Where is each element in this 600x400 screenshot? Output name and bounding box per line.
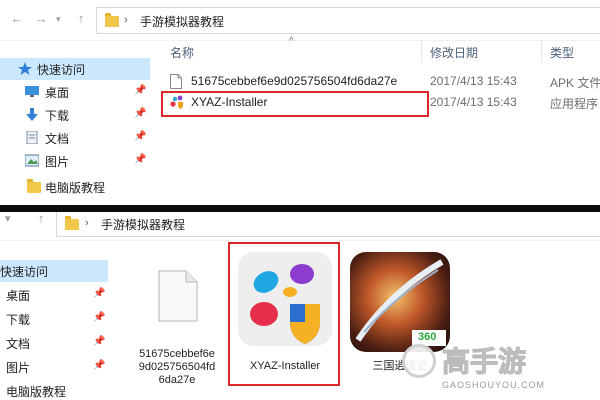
file-type: APK 文件 <box>550 76 600 90</box>
tile-label-line: 9d025756504fd <box>138 361 216 373</box>
file-row[interactable]: 51675cebbef6e9d025756504fd6da27e 2017/4/… <box>160 72 600 92</box>
tile-label-line: 6da27e <box>158 374 196 386</box>
sidebar-item-documents[interactable]: 文档 📌 <box>0 127 150 149</box>
breadcrumb-separator-icon[interactable]: › <box>85 217 89 229</box>
file-date: 2017/4/13 15:43 <box>430 95 517 109</box>
generic-file-icon <box>170 74 182 89</box>
star-icon <box>18 62 32 75</box>
pin-icon[interactable]: 📌 <box>93 312 105 323</box>
pin-icon[interactable]: 📌 <box>93 360 105 371</box>
explorer-window-details-view: ← → ▾ ↑ › 手游模拟器教程 快速访问 桌面 📌 下载 📌 文档 📌 图片… <box>0 0 600 205</box>
window-divider <box>0 205 600 212</box>
sidebar-label: 下载 <box>45 109 70 123</box>
game-app-icon: 360 <box>350 252 450 352</box>
pin-icon[interactable]: 📌 <box>93 288 105 299</box>
file-tile[interactable]: 51675cebbef6e 9d025756504fd 6da27e <box>128 250 226 400</box>
recent-locations-chevron-icon[interactable]: ▾ <box>5 212 11 225</box>
column-header-type[interactable]: 类型 <box>550 44 574 61</box>
sidebar-label: 电脑版教程 <box>6 385 67 399</box>
sidebar-item-downloads[interactable]: 下载 📌 <box>0 104 150 126</box>
up-arrow-icon[interactable]: ↑ <box>74 12 88 26</box>
pin-icon[interactable]: 📌 <box>134 85 146 96</box>
generic-file-icon <box>158 270 198 322</box>
sidebar-label: 文档 <box>45 132 70 146</box>
breadcrumb-separator-icon[interactable]: › <box>124 14 128 26</box>
column-separator[interactable] <box>421 40 422 62</box>
tile-label-line: 51675cebbef6e <box>139 348 215 360</box>
sidebar-label: 快速访问 <box>0 265 49 279</box>
navigation-bar: ← → ▾ ↑ › 手游模拟器教程 <box>0 0 600 41</box>
watermark-circle-icon <box>402 344 436 378</box>
breadcrumb-folder[interactable]: 手游模拟器教程 <box>140 13 224 30</box>
sidebar-label: 电脑版教程 <box>45 181 106 195</box>
pin-icon[interactable]: 📌 <box>134 154 146 165</box>
sort-ascending-icon[interactable]: ^ <box>289 36 294 47</box>
navigation-bar: ▾ ↑ › 手游模拟器教程 <box>0 212 600 241</box>
explorer-window-icon-view: ▾ ↑ › 手游模拟器教程 快速访问 桌面 📌 下载 📌 文档 📌 图片 📌 电… <box>0 212 600 400</box>
watermark-domain: GAOSHOUYOU.COM <box>442 380 546 390</box>
breadcrumb-folder[interactable]: 手游模拟器教程 <box>101 216 185 233</box>
file-type: 应用程序 <box>550 97 599 111</box>
sidebar-label: 桌面 <box>45 86 70 100</box>
highlight-box <box>161 91 429 117</box>
column-separator[interactable] <box>541 40 542 62</box>
sidebar-label: 文档 <box>6 337 31 351</box>
address-box[interactable]: › 手游模拟器教程 <box>96 7 600 34</box>
sidebar-label: 图片 <box>6 361 31 375</box>
sidebar-item-pictures[interactable]: 图片 📌 <box>0 150 150 172</box>
download-arrow-icon <box>26 108 38 121</box>
sidebar-item-quick-access[interactable]: 快速访问 <box>0 58 150 80</box>
pin-icon[interactable]: 📌 <box>93 336 105 347</box>
document-icon <box>26 131 38 144</box>
watermark-logo: 高手游 GAOSHOUYOU.COM <box>402 340 598 396</box>
forward-arrow-icon[interactable]: → <box>34 12 48 26</box>
watermark-brand: 高手游 <box>441 346 527 378</box>
picture-icon <box>25 154 39 167</box>
address-box[interactable]: › 手游模拟器教程 <box>56 212 600 237</box>
file-name: 51675cebbef6e9d025756504fd6da27e <box>191 74 398 88</box>
sidebar-label: 图片 <box>45 155 70 169</box>
sidebar-label: 快速访问 <box>37 63 86 77</box>
column-header-date[interactable]: 修改日期 <box>430 44 478 61</box>
pin-icon[interactable]: 📌 <box>134 108 146 119</box>
column-header-name[interactable]: 名称 <box>170 44 194 61</box>
sidebar-item-pc-tutorials[interactable]: 电脑版教程 <box>0 176 150 198</box>
recent-locations-chevron-icon[interactable]: ▾ <box>56 14 61 25</box>
sidebar-label: 下载 <box>6 313 31 327</box>
tile-label: 51675cebbef6e 9d025756504fd 6da27e <box>128 348 226 387</box>
up-arrow-icon[interactable]: ↑ <box>34 212 48 226</box>
folder-icon <box>65 216 79 230</box>
sidebar-item-desktop[interactable]: 桌面 📌 <box>0 81 150 103</box>
folder-icon <box>27 179 41 193</box>
highlight-box <box>228 242 340 386</box>
sidebar-label: 桌面 <box>6 289 31 303</box>
folder-icon <box>105 13 119 27</box>
sidebar-item-quick-access[interactable]: 快速访问 <box>0 260 108 282</box>
desktop-icon <box>25 86 39 97</box>
back-arrow-icon[interactable]: ← <box>10 12 24 26</box>
file-date: 2017/4/13 15:43 <box>430 74 517 88</box>
pin-icon[interactable]: 📌 <box>134 131 146 142</box>
